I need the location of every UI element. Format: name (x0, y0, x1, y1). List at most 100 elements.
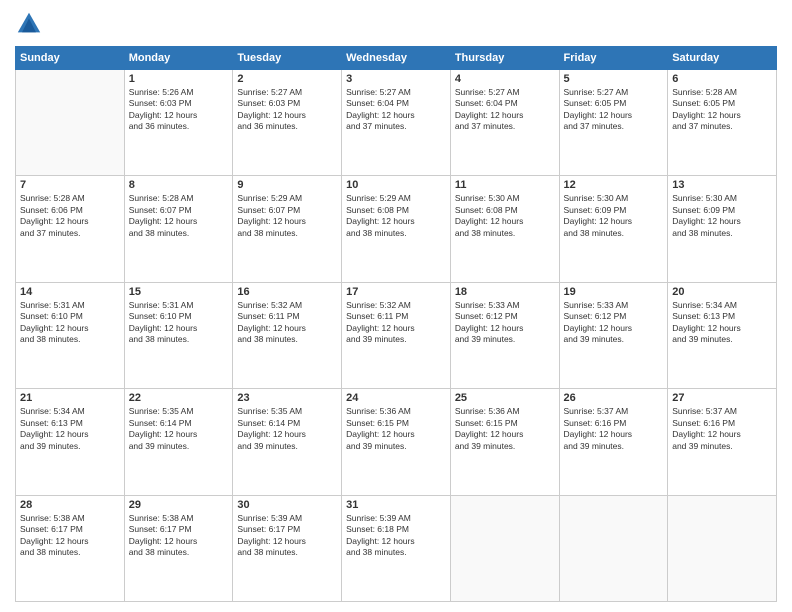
day-header-monday: Monday (124, 47, 233, 70)
cell-day-number: 19 (564, 286, 664, 298)
cell-day-number: 17 (346, 286, 446, 298)
cell-info: Sunrise: 5:29 AM Sunset: 6:08 PM Dayligh… (346, 193, 446, 239)
calendar-cell: 1 Sunrise: 5:26 AM Sunset: 6:03 PM Daylig… (124, 70, 233, 176)
day-header-tuesday: Tuesday (233, 47, 342, 70)
cell-info: Sunrise: 5:30 AM Sunset: 6:08 PM Dayligh… (455, 193, 555, 239)
cell-info: Sunrise: 5:27 AM Sunset: 6:05 PM Dayligh… (564, 87, 664, 133)
cell-day-number: 10 (346, 179, 446, 191)
calendar-cell: 29 Sunrise: 5:38 AM Sunset: 6:17 PM Dayli… (124, 495, 233, 601)
cell-info: Sunrise: 5:37 AM Sunset: 6:16 PM Dayligh… (672, 406, 772, 452)
cell-info: Sunrise: 5:26 AM Sunset: 6:03 PM Dayligh… (129, 87, 229, 133)
calendar-cell: 20 Sunrise: 5:34 AM Sunset: 6:13 PM Dayli… (668, 282, 777, 388)
header (15, 10, 777, 38)
cell-info: Sunrise: 5:38 AM Sunset: 6:17 PM Dayligh… (129, 513, 229, 559)
calendar-cell (450, 495, 559, 601)
cell-info: Sunrise: 5:28 AM Sunset: 6:05 PM Dayligh… (672, 87, 772, 133)
cell-day-number: 13 (672, 179, 772, 191)
cell-info: Sunrise: 5:30 AM Sunset: 6:09 PM Dayligh… (564, 193, 664, 239)
cell-day-number: 12 (564, 179, 664, 191)
cell-day-number: 20 (672, 286, 772, 298)
day-header-wednesday: Wednesday (342, 47, 451, 70)
calendar-week-2: 14 Sunrise: 5:31 AM Sunset: 6:10 PM Dayli… (16, 282, 777, 388)
calendar-cell: 8 Sunrise: 5:28 AM Sunset: 6:07 PM Daylig… (124, 176, 233, 282)
cell-day-number: 23 (237, 392, 337, 404)
calendar-header-row: SundayMondayTuesdayWednesdayThursdayFrid… (16, 47, 777, 70)
cell-info: Sunrise: 5:36 AM Sunset: 6:15 PM Dayligh… (455, 406, 555, 452)
calendar-cell: 6 Sunrise: 5:28 AM Sunset: 6:05 PM Daylig… (668, 70, 777, 176)
cell-info: Sunrise: 5:27 AM Sunset: 6:04 PM Dayligh… (455, 87, 555, 133)
cell-day-number: 4 (455, 73, 555, 85)
cell-day-number: 16 (237, 286, 337, 298)
calendar-cell: 24 Sunrise: 5:36 AM Sunset: 6:15 PM Dayli… (342, 389, 451, 495)
cell-info: Sunrise: 5:39 AM Sunset: 6:17 PM Dayligh… (237, 513, 337, 559)
calendar-cell: 27 Sunrise: 5:37 AM Sunset: 6:16 PM Dayli… (668, 389, 777, 495)
cell-day-number: 29 (129, 499, 229, 511)
cell-day-number: 2 (237, 73, 337, 85)
cell-day-number: 1 (129, 73, 229, 85)
calendar-cell: 30 Sunrise: 5:39 AM Sunset: 6:17 PM Dayli… (233, 495, 342, 601)
cell-info: Sunrise: 5:36 AM Sunset: 6:15 PM Dayligh… (346, 406, 446, 452)
cell-day-number: 8 (129, 179, 229, 191)
calendar-cell: 13Sunrise: 5:30 AM Sunset: 6:09 PM Dayli… (668, 176, 777, 282)
calendar-week-1: 7Sunrise: 5:28 AM Sunset: 6:06 PM Daylig… (16, 176, 777, 282)
calendar-cell: 2 Sunrise: 5:27 AM Sunset: 6:03 PM Daylig… (233, 70, 342, 176)
cell-day-number: 11 (455, 179, 555, 191)
calendar-cell: 21 Sunrise: 5:34 AM Sunset: 6:13 PM Dayli… (16, 389, 125, 495)
calendar-cell: 28Sunrise: 5:38 AM Sunset: 6:17 PM Dayli… (16, 495, 125, 601)
page: SundayMondayTuesdayWednesdayThursdayFrid… (0, 0, 792, 612)
cell-info: Sunrise: 5:35 AM Sunset: 6:14 PM Dayligh… (237, 406, 337, 452)
calendar-cell: 11 Sunrise: 5:30 AM Sunset: 6:08 PM Dayli… (450, 176, 559, 282)
cell-info: Sunrise: 5:27 AM Sunset: 6:03 PM Dayligh… (237, 87, 337, 133)
calendar-cell: 18Sunrise: 5:33 AM Sunset: 6:12 PM Dayli… (450, 282, 559, 388)
cell-day-number: 28 (20, 499, 120, 511)
cell-day-number: 6 (672, 73, 772, 85)
calendar-cell: 12 Sunrise: 5:30 AM Sunset: 6:09 PM Dayli… (559, 176, 668, 282)
calendar-cell (559, 495, 668, 601)
cell-info: Sunrise: 5:31 AM Sunset: 6:10 PM Dayligh… (129, 300, 229, 346)
cell-day-number: 3 (346, 73, 446, 85)
calendar-week-3: 21 Sunrise: 5:34 AM Sunset: 6:13 PM Dayli… (16, 389, 777, 495)
calendar-cell: 19 Sunrise: 5:33 AM Sunset: 6:12 PM Dayli… (559, 282, 668, 388)
cell-info: Sunrise: 5:34 AM Sunset: 6:13 PM Dayligh… (20, 406, 120, 452)
cell-day-number: 21 (20, 392, 120, 404)
cell-day-number: 24 (346, 392, 446, 404)
calendar-cell: 22 Sunrise: 5:35 AM Sunset: 6:14 PM Dayli… (124, 389, 233, 495)
cell-info: Sunrise: 5:37 AM Sunset: 6:16 PM Dayligh… (564, 406, 664, 452)
cell-day-number: 30 (237, 499, 337, 511)
cell-info: Sunrise: 5:31 AM Sunset: 6:10 PM Dayligh… (20, 300, 120, 346)
calendar-cell: 26 Sunrise: 5:37 AM Sunset: 6:16 PM Dayli… (559, 389, 668, 495)
cell-info: Sunrise: 5:32 AM Sunset: 6:11 PM Dayligh… (346, 300, 446, 346)
cell-info: Sunrise: 5:34 AM Sunset: 6:13 PM Dayligh… (672, 300, 772, 346)
cell-day-number: 15 (129, 286, 229, 298)
cell-info: Sunrise: 5:28 AM Sunset: 6:06 PM Dayligh… (20, 193, 120, 239)
logo (15, 10, 47, 38)
cell-info: Sunrise: 5:35 AM Sunset: 6:14 PM Dayligh… (129, 406, 229, 452)
day-header-sunday: Sunday (16, 47, 125, 70)
calendar-cell: 4 Sunrise: 5:27 AM Sunset: 6:04 PM Daylig… (450, 70, 559, 176)
cell-info: Sunrise: 5:27 AM Sunset: 6:04 PM Dayligh… (346, 87, 446, 133)
cell-day-number: 22 (129, 392, 229, 404)
calendar-cell: 10 Sunrise: 5:29 AM Sunset: 6:08 PM Dayli… (342, 176, 451, 282)
cell-info: Sunrise: 5:33 AM Sunset: 6:12 PM Dayligh… (564, 300, 664, 346)
calendar-cell: 7Sunrise: 5:28 AM Sunset: 6:06 PM Daylig… (16, 176, 125, 282)
cell-day-number: 5 (564, 73, 664, 85)
calendar-week-4: 28 Sunrise: 5:38 AM Sunset: 6:17 PM Dayli… (16, 495, 777, 601)
cell-info: Sunrise: 5:29 AM Sunset: 6:07 PM Dayligh… (237, 193, 337, 239)
cell-day-number: 9 (237, 179, 337, 191)
cell-info: Sunrise: 5:33 AM Sunset: 6:12 PM Dayligh… (455, 300, 555, 346)
logo-icon (15, 10, 43, 38)
day-header-thursday: Thursday (450, 47, 559, 70)
calendar-cell: 14 Sunrise: 5:31 AM Sunset: 6:10 PM Dayli… (16, 282, 125, 388)
cell-day-number: 27 (672, 392, 772, 404)
cell-day-number: 26 (564, 392, 664, 404)
calendar-cell: 15 Sunrise: 5:31 AM Sunset: 6:10 PM Dayli… (124, 282, 233, 388)
cell-info: Sunrise: 5:28 AM Sunset: 6:07 PM Dayligh… (129, 193, 229, 239)
cell-day-number: 14 (20, 286, 120, 298)
day-header-friday: Friday (559, 47, 668, 70)
calendar-cell: 17 Sunrise: 5:32 AM Sunset: 6:11 PM Dayli… (342, 282, 451, 388)
calendar-cell: 9 Sunrise: 5:29 AM Sunset: 6:07 PM Daylig… (233, 176, 342, 282)
cell-day-number: 31 (346, 499, 446, 511)
calendar-week-0: 1 Sunrise: 5:26 AM Sunset: 6:03 PM Daylig… (16, 70, 777, 176)
day-header-saturday: Saturday (668, 47, 777, 70)
calendar-cell: 25Sunrise: 5:36 AM Sunset: 6:15 PM Dayli… (450, 389, 559, 495)
